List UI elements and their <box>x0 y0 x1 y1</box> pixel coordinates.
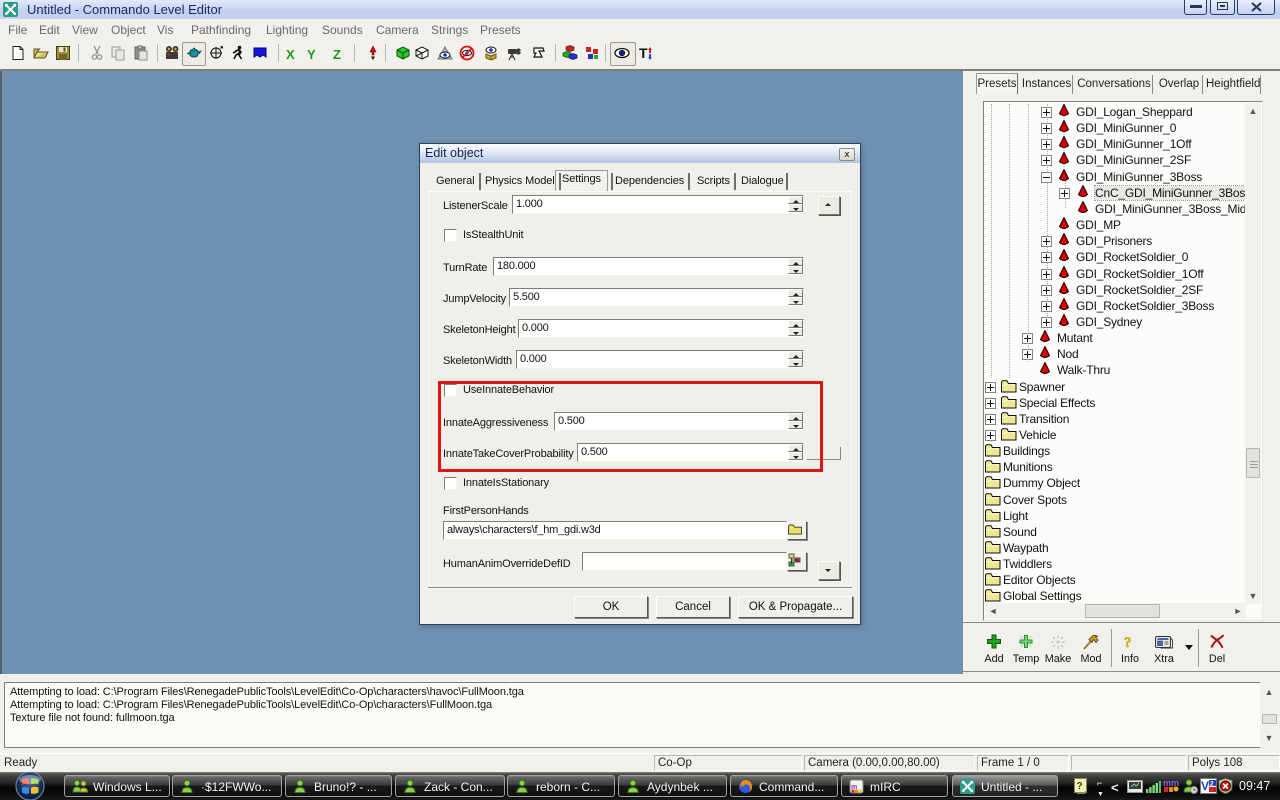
svg-text:?: ? <box>1124 635 1132 650</box>
svg-text:?: ? <box>1077 781 1083 792</box>
svg-text:T: T <box>639 45 648 61</box>
svg-text:V: V <box>1201 779 1209 793</box>
svg-text:2: 2 <box>1210 781 1214 788</box>
svg-text:mm: mm <box>1163 778 1179 788</box>
